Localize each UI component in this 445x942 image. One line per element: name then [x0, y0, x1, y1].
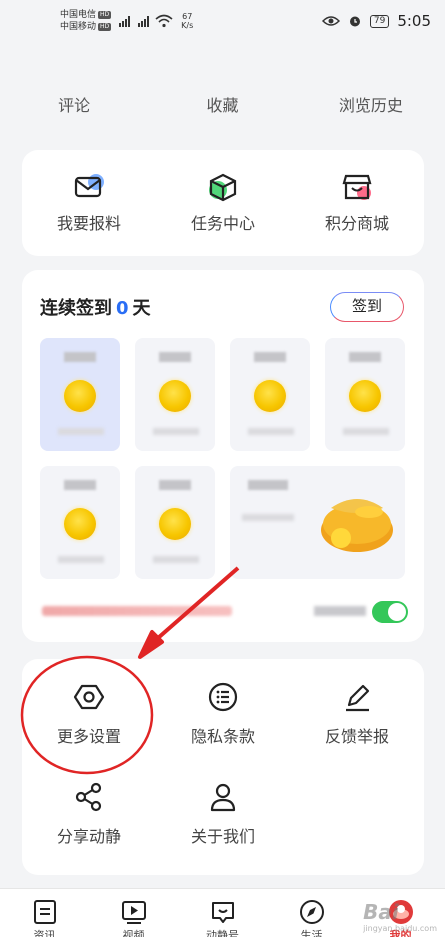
privacy-terms-button[interactable]: 隐私条款	[156, 681, 290, 747]
report-label: 我要报料	[56, 214, 121, 233]
day-cell[interactable]	[135, 338, 215, 451]
nav-news-label: 资讯	[33, 929, 56, 937]
about-us-label: 关于我们	[190, 827, 255, 846]
reminder-toggle[interactable]	[372, 601, 408, 623]
points-mall-label: 积分商城	[324, 214, 389, 233]
share-button[interactable]: 分享动静	[22, 781, 156, 847]
eye-icon	[321, 16, 340, 26]
nav-dongjing[interactable]: 动静号	[178, 889, 267, 942]
coin-icon	[64, 380, 96, 412]
coin-icon	[159, 380, 191, 412]
coin-icon	[64, 508, 96, 540]
history-link[interactable]: 浏览历史	[297, 92, 445, 116]
checkin-card: 连续签到 0 天 签到	[22, 270, 424, 642]
envelope-icon	[74, 174, 104, 198]
coin-icon	[349, 380, 381, 412]
day-cell[interactable]	[40, 338, 120, 451]
clock: 5:05	[397, 12, 431, 30]
net-speed-value: 67	[182, 12, 193, 21]
signal-icon	[138, 15, 150, 27]
carrier-2: 中国移动	[60, 22, 97, 32]
watermark: Bai jingyan.baidu.com	[363, 900, 437, 933]
hd-badge: HD	[98, 23, 112, 31]
video-icon	[121, 901, 146, 924]
day-cell[interactable]	[230, 338, 310, 451]
nav-life[interactable]: 生活	[267, 889, 356, 942]
favorites-link[interactable]: 收藏	[148, 92, 296, 116]
shop-icon	[342, 174, 372, 200]
coin-icon	[159, 508, 191, 540]
task-center-button[interactable]: 任务中心	[163, 172, 283, 234]
quick-actions-card: 我要报料 任务中心 积分商城	[22, 150, 424, 256]
alarm-icon	[349, 16, 360, 27]
net-speed: 67 K/s	[181, 12, 193, 30]
carrier-info: 中国电信 HD 中国移动 HD	[60, 9, 112, 33]
coin-icon	[254, 380, 286, 412]
more-settings-label: 更多设置	[56, 727, 121, 746]
watermark-url: jingyan.baidu.com	[363, 924, 437, 933]
wifi-icon	[155, 14, 173, 28]
share-icon	[75, 782, 102, 812]
nav-dongjing-label: 动静号	[206, 929, 239, 937]
person-icon	[210, 783, 236, 812]
coin-bag-icon	[321, 499, 393, 552]
news-icon	[33, 900, 56, 924]
checkin-reminder-text	[42, 606, 232, 616]
pencil-icon	[346, 684, 370, 712]
hexagon-settings-icon	[73, 684, 105, 710]
hd-badge: HD	[98, 11, 112, 19]
nav-news[interactable]: 资讯	[0, 889, 89, 942]
top-links: 评论 收藏 浏览历史	[0, 92, 445, 116]
checkin-title: 连续签到 0 天	[40, 294, 151, 320]
day-cell[interactable]	[325, 338, 405, 451]
points-mall-button[interactable]: 积分商城	[297, 172, 417, 234]
battery-indicator: 79	[369, 14, 390, 28]
net-speed-unit: K/s	[181, 21, 194, 30]
feedback-report-button[interactable]: 反馈举报	[290, 681, 424, 747]
box-icon	[209, 173, 237, 202]
compass-icon	[299, 900, 324, 924]
checkin-days-count: 0	[116, 298, 129, 319]
day-cell-bonus[interactable]	[230, 466, 405, 579]
carrier-1: 中国电信	[60, 10, 97, 20]
more-settings-button[interactable]: 更多设置	[22, 681, 156, 747]
signal-icon	[119, 15, 131, 27]
day-cell[interactable]	[40, 466, 120, 579]
share-label: 分享动静	[56, 827, 121, 846]
report-button[interactable]: 我要报料	[29, 172, 149, 234]
checkin-title-suffix: 天	[132, 298, 151, 319]
about-us-button[interactable]: 关于我们	[156, 781, 290, 847]
comments-link[interactable]: 评论	[0, 92, 148, 116]
privacy-terms-label: 隐私条款	[190, 727, 255, 746]
settings-card: 更多设置 隐私条款 反馈举报 分享动静 关于我们	[22, 659, 424, 875]
nav-video-label: 视频	[122, 929, 145, 937]
status-bar: 中国电信 HD 中国移动 HD 67 K/s 79 5:05	[0, 0, 445, 42]
day-cell[interactable]	[135, 466, 215, 579]
reminder-label	[314, 606, 366, 616]
task-center-label: 任务中心	[190, 214, 255, 233]
checkin-title-prefix: 连续签到	[40, 298, 112, 319]
chat-icon	[211, 902, 234, 923]
signin-button[interactable]: 签到	[330, 292, 404, 322]
nav-life-label: 生活	[300, 929, 323, 937]
list-circle-icon	[208, 682, 238, 712]
watermark-brand: Bai	[363, 900, 399, 924]
feedback-report-label: 反馈举报	[324, 727, 389, 746]
nav-video[interactable]: 视频	[89, 889, 178, 942]
